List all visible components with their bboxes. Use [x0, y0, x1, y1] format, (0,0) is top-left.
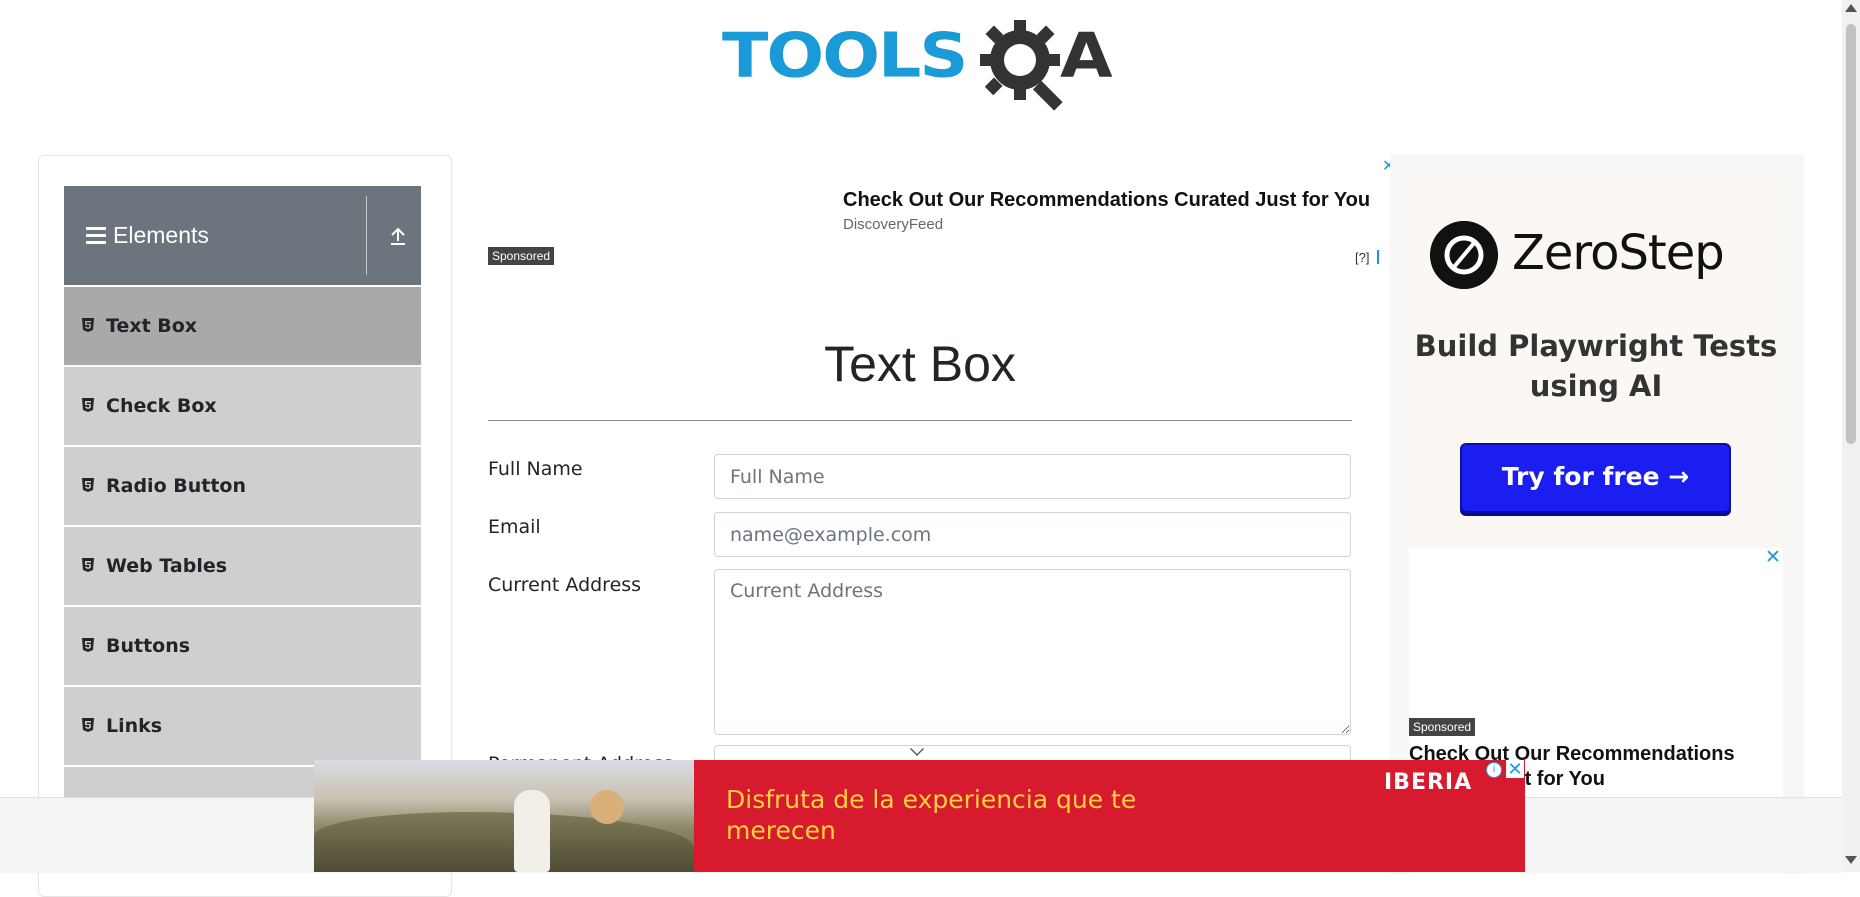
ad-help-link[interactable]: [?] [1355, 250, 1369, 265]
sidebar-item-links[interactable]: Links [64, 686, 421, 765]
current-address-label: Current Address [488, 574, 642, 596]
html5-icon [82, 558, 94, 572]
banner-photo [314, 760, 694, 872]
banner-hat [590, 790, 624, 824]
zerostep-tagline: Build Playwright Tests using AI [1414, 329, 1778, 403]
banner-text: Disfruta de la experiencia que te merece… [726, 785, 1137, 845]
banner-close-icon[interactable]: ✕ [1506, 760, 1524, 778]
top-ad-source[interactable]: DiscoveryFeed [843, 216, 943, 233]
toolsqa-logo[interactable]: TOOLS A [722, 18, 1124, 114]
collapse-arrow-icon[interactable] [389, 226, 407, 246]
sidebar-item-label: Web Tables [106, 555, 228, 577]
elements-group-header[interactable]: Elements [64, 186, 421, 285]
sidebar-item-label: Radio Button [106, 475, 246, 497]
sidebar-item-label: Links [106, 715, 163, 737]
header-divider [366, 196, 367, 275]
logo-text-tools: TOOLS [722, 20, 968, 92]
adchoices-icon[interactable] [1377, 250, 1387, 264]
zerostep-logo-icon [1430, 221, 1498, 289]
email-input[interactable] [714, 512, 1351, 557]
html5-icon [82, 718, 94, 732]
try-for-free-button[interactable]: Try for free → [1460, 443, 1731, 513]
iberia-logo: IBERIA [1384, 770, 1473, 795]
full-name-input[interactable] [714, 454, 1351, 499]
logo-text-a: A [1060, 20, 1113, 92]
email-label: Email [488, 516, 541, 538]
right-ad-close-icon[interactable]: ✕ [1765, 546, 1781, 569]
group-title: Elements [113, 222, 209, 248]
banner-hill [314, 812, 694, 872]
sidebar-item-radio-button[interactable]: Radio Button [64, 446, 421, 525]
iberia-banner-ad[interactable]: Disfruta de la experiencia que te merece… [314, 760, 1525, 872]
top-ad-headline[interactable]: Check Out Our Recommendations Curated Ju… [843, 189, 1370, 212]
sidebar-item-label: Check Box [106, 395, 217, 417]
html5-icon [82, 318, 94, 332]
scrollbar-thumb[interactable] [1846, 24, 1856, 444]
ad-info-icon[interactable]: i [1486, 762, 1502, 778]
html5-icon [82, 638, 94, 652]
scroll-up-arrow-icon[interactable] [1845, 4, 1857, 12]
full-name-label: Full Name [488, 458, 583, 480]
scroll-down-arrow-icon[interactable] [1845, 856, 1857, 864]
current-address-textarea[interactable] [714, 569, 1351, 735]
sidebar-item-web-tables[interactable]: Web Tables [64, 526, 421, 605]
html5-icon [82, 478, 94, 492]
sponsored-badge: Sponsored [1409, 718, 1476, 736]
banner-person [514, 790, 550, 872]
zerostep-brand: ZeroStep [1512, 225, 1725, 281]
gear-magnifier-icon [980, 20, 1063, 111]
sponsored-badge: Sponsored [488, 247, 555, 265]
sidebar-item-label: Buttons [106, 635, 191, 657]
html5-icon [82, 398, 94, 412]
sidebar-item-text-box[interactable]: Text Box [64, 286, 421, 365]
sidebar-item-buttons[interactable]: Buttons [64, 606, 421, 685]
sidebar-item-label: Text Box [106, 315, 198, 337]
sidebar-item-check-box[interactable]: Check Box [64, 366, 421, 445]
page-title: Text Box [824, 336, 1016, 392]
menu-icon [86, 227, 106, 245]
title-divider [488, 420, 1352, 421]
